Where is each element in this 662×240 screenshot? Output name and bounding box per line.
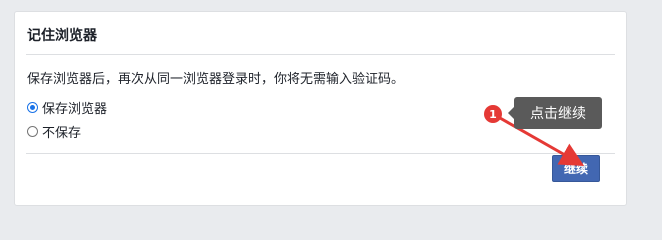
click-continue-tooltip: 点击继续: [508, 97, 602, 129]
step-badge: 1: [484, 105, 502, 123]
save-browser-label: 保存浏览器: [42, 102, 108, 117]
radio-checked-icon[interactable]: [27, 102, 38, 113]
card-title: 记住浏览器: [27, 28, 97, 44]
save-browser-option[interactable]: 保存浏览器: [27, 98, 107, 117]
continue-button[interactable]: 继续: [552, 155, 600, 182]
title-divider: [26, 54, 615, 55]
dont-save-option[interactable]: 不保存: [27, 122, 81, 141]
footer-divider: [26, 153, 615, 154]
description-text: 保存浏览器后，再次从同一浏览器登录时，你将无需输入验证码。: [27, 72, 405, 87]
radio-unchecked-icon[interactable]: [27, 126, 38, 137]
dont-save-label: 不保存: [42, 126, 82, 141]
